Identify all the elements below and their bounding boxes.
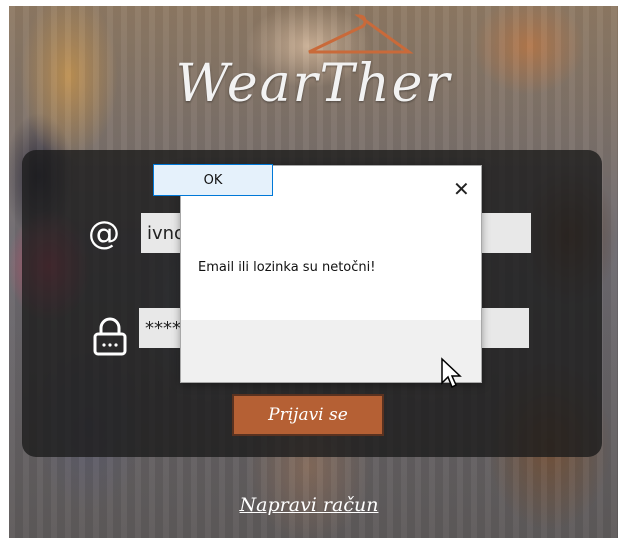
register-link[interactable]: Napravi račun (0, 494, 618, 516)
dialog-footer (181, 320, 481, 382)
dialog-message: Email ili lozinka su netočni! (198, 260, 376, 275)
hanger-icon (308, 14, 414, 54)
ok-button[interactable]: OK (153, 164, 273, 196)
lock-icon (93, 317, 127, 356)
close-icon[interactable]: ✕ (447, 176, 471, 201)
login-button[interactable]: Prijavi se (232, 394, 384, 436)
app-logo: WearTher (175, 54, 452, 114)
error-dialog: ✕ Email ili lozinka su netočni! (180, 165, 482, 383)
arrow-pointer-icon (441, 357, 462, 389)
at-icon: @ (88, 214, 120, 252)
